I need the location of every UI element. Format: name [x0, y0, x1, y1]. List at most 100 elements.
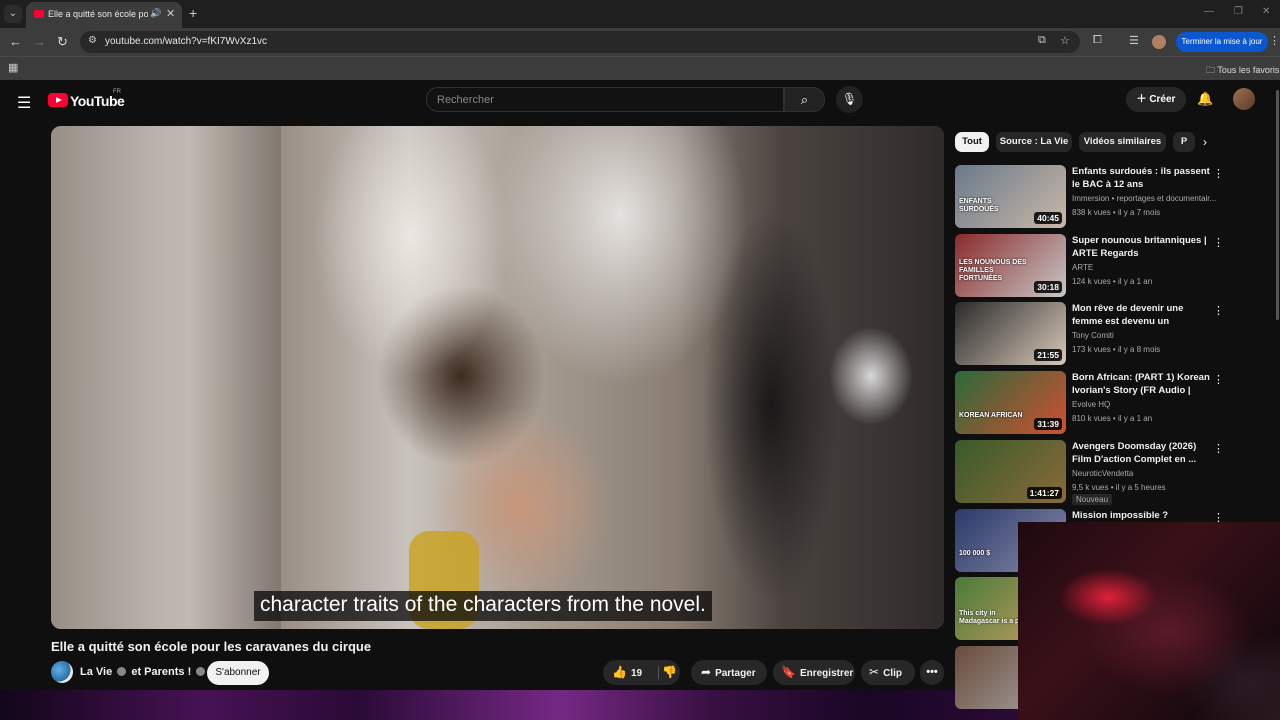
url-text[interactable]: youtube.com/watch?v=fKI7WvXz1vc [105, 36, 267, 47]
microphone-icon: 🎙 [841, 92, 858, 106]
maximize-icon[interactable]: ❐ [1234, 6, 1243, 17]
video-player[interactable]: character traits of the characters from … [51, 126, 944, 629]
subscribe-button[interactable]: S'abonner [207, 661, 269, 685]
browser-tab-active[interactable]: Elle a quitté son école pour les caravan… [26, 2, 182, 28]
share-label: Partager [715, 668, 756, 679]
recommendation-title[interactable]: Super nounous britanniques | ARTE Regard… [1072, 234, 1214, 260]
all-bookmarks-folder[interactable]: 🗀 Tous les favoris [1206, 63, 1279, 79]
account-avatar[interactable] [1233, 88, 1255, 110]
video-title: Elle a quitté son école pour les caravan… [51, 639, 372, 654]
channel-avatar[interactable] [51, 661, 73, 683]
recommendation-thumbnail[interactable]: 21:55 [955, 302, 1066, 366]
recommendation-item[interactable]: ENFANTS SURDOUÉS 40:45 Enfants surdoués : … [955, 165, 1255, 229]
site-info-icon[interactable]: ⚙ [88, 35, 97, 46]
browser-menu-icon[interactable]: ⋮ [1269, 34, 1280, 47]
recommendation-thumbnail[interactable]: ENFANTS SURDOUÉS 40:45 [955, 165, 1066, 228]
recommendation-channel[interactable]: Evolve HQ [1072, 400, 1222, 409]
chip-source[interactable]: Source : La Vie [996, 132, 1072, 152]
save-button[interactable]: 🔖 Enregistrer [773, 660, 855, 685]
hamburger-menu-icon[interactable]: ☰ [17, 93, 31, 113]
reload-icon[interactable]: ↻ [57, 34, 68, 50]
omnibox[interactable]: ⚙ youtube.com/watch?v=fKI7WvXz1vc ⧉ ☆ [80, 31, 1080, 53]
all-bookmarks-label: Tous les favoris [1217, 65, 1280, 75]
search-input[interactable] [427, 88, 783, 111]
more-vertical-icon[interactable]: ⋮ [1213, 167, 1224, 180]
scissors-icon: ✂ [869, 665, 880, 679]
recommendation-title[interactable]: Born African: (PART 1) Korean Ivorian's … [1072, 371, 1214, 399]
share-button[interactable]: ➦ Partager [691, 660, 767, 685]
recommendation-item[interactable]: LES NOUNOUS DES FAMILLES FORTUNÉES 30:18 S… [955, 233, 1255, 298]
voice-search-button[interactable]: 🎙 [836, 86, 863, 113]
new-badge: Nouveau [1072, 493, 1113, 505]
search-button[interactable]: ⌕ [784, 87, 825, 112]
recommendation-channel[interactable]: Tony Comiti [1072, 331, 1222, 340]
recommendation-title[interactable]: Mon rêve de devenir une femme est devenu… [1072, 302, 1214, 330]
recommendation-channel[interactable]: NeuroticVendetta [1072, 469, 1222, 478]
profile-avatar-small[interactable] [1152, 35, 1166, 49]
video-duration: 1:41:27 [1026, 486, 1062, 499]
recommendation-title[interactable]: Enfants surdoués : ils passent le BAC à … [1072, 165, 1214, 191]
bookmarks-bar: ▦ 🗀 Tous les favoris [0, 56, 1280, 80]
like-count: 19 [630, 668, 643, 679]
channel-secondary[interactable]: et Parents ! [131, 666, 191, 678]
search-box[interactable] [426, 87, 784, 112]
install-app-icon[interactable]: ⧉ [1038, 34, 1046, 47]
more-actions-button[interactable]: ••• [920, 660, 944, 685]
apps-grid-icon[interactable]: ▦ [8, 61, 18, 74]
close-tab-icon[interactable]: ✕ [166, 7, 175, 20]
speaker-icon[interactable]: 🔊 [150, 8, 161, 19]
recommendation-meta: 124 k vues • il y a 1 an [1072, 276, 1153, 286]
dislike-button[interactable]: 👎 [662, 660, 681, 685]
like-divider [658, 666, 659, 679]
recommendation-meta: 173 k vues • il y a 8 mois [1072, 345, 1161, 355]
recommendation-meta: 9,5 k vues • il y a 5 heures [1072, 482, 1166, 492]
video-duration: 40:45 [1034, 212, 1062, 224]
thumbnail-text: KOREAN AFRICAN [959, 412, 1023, 420]
reading-list-icon[interactable]: ☰ [1129, 34, 1139, 47]
clip-button[interactable]: ✂ Clip [861, 660, 915, 685]
video-duration: 30:18 [1034, 280, 1062, 293]
tab-title: Elle a quitté son école pour les caravan… [48, 9, 148, 19]
forward-arrow-icon[interactable]: → [33, 34, 46, 50]
recommendation-thumbnail[interactable]: KOREAN AFRICAN 31:39 [955, 371, 1066, 435]
recommendation-item[interactable]: KOREAN AFRICAN 31:39 Born African: (PART 1… [955, 371, 1255, 435]
recommendation-title[interactable]: Avengers Doomsday (2026) Film D'action C… [1072, 440, 1214, 466]
recommendation-channel[interactable]: ARTE [1072, 263, 1222, 272]
chip-all[interactable]: Tout [955, 132, 989, 152]
recommendation-channel[interactable]: Immersion • reportages et documentair... [1072, 194, 1222, 203]
recommendation-thumbnail[interactable]: LES NOUNOUS DES FAMILLES FORTUNÉES 30:18 [955, 233, 1066, 297]
more-vertical-icon[interactable]: ⋮ [1213, 373, 1224, 386]
thumbnail-text: ENFANTS SURDOUÉS [959, 198, 999, 213]
like-dislike-group: 👍 19 👎 [603, 660, 680, 685]
chevron-right-icon[interactable]: › [1203, 135, 1207, 149]
recommendation-thumbnail[interactable]: 1:41:27 [955, 439, 1066, 503]
channel-name[interactable]: La Vie et Parents ! [80, 666, 207, 678]
tab-search-icon[interactable]: ⌄ [4, 5, 22, 23]
channel-primary[interactable]: La Vie [80, 666, 112, 678]
thumbs-down-icon: 👎 [662, 665, 677, 679]
more-vertical-icon[interactable]: ⋮ [1213, 304, 1224, 317]
youtube-play-icon [48, 93, 68, 107]
chip-more[interactable]: P [1173, 132, 1195, 152]
create-button[interactable]: ＋ Créer [1126, 87, 1186, 112]
update-button[interactable]: Terminer la mise à jour [1176, 32, 1268, 52]
bookmark-star-icon[interactable]: ☆ [1060, 34, 1070, 47]
recommendation-item[interactable]: 1:41:27 Avengers Doomsday (2026) Film D'a… [955, 439, 1255, 505]
more-vertical-icon[interactable]: ⋮ [1213, 442, 1224, 455]
more-vertical-icon[interactable]: ⋮ [1213, 236, 1224, 249]
back-arrow-icon[interactable]: ← [9, 34, 22, 50]
recommendation-item[interactable]: 21:55 Mon rêve de devenir une femme est d… [955, 302, 1255, 366]
chip-similar[interactable]: Vidéos similaires [1079, 132, 1166, 152]
notifications-bell-icon[interactable]: 🔔 [1197, 91, 1213, 107]
video-duration: 31:39 [1034, 418, 1062, 431]
video-frame [51, 126, 944, 629]
new-tab-button[interactable]: + [189, 5, 197, 21]
window-close-icon[interactable]: ✕ [1262, 6, 1270, 17]
like-button[interactable]: 👍 19 [612, 660, 642, 686]
minimize-icon[interactable]: — [1204, 6, 1214, 17]
page-scrollbar[interactable] [1276, 90, 1279, 320]
extensions-icon[interactable]: ⧠ [1093, 34, 1102, 47]
address-bar-row: ← → ↻ ⚙ youtube.com/watch?v=fKI7WvXz1vc … [0, 28, 1280, 56]
thumbnail-text: LES NOUNOUS DES FAMILLES FORTUNÉES [959, 258, 1027, 282]
save-label: Enregistrer [799, 668, 854, 679]
